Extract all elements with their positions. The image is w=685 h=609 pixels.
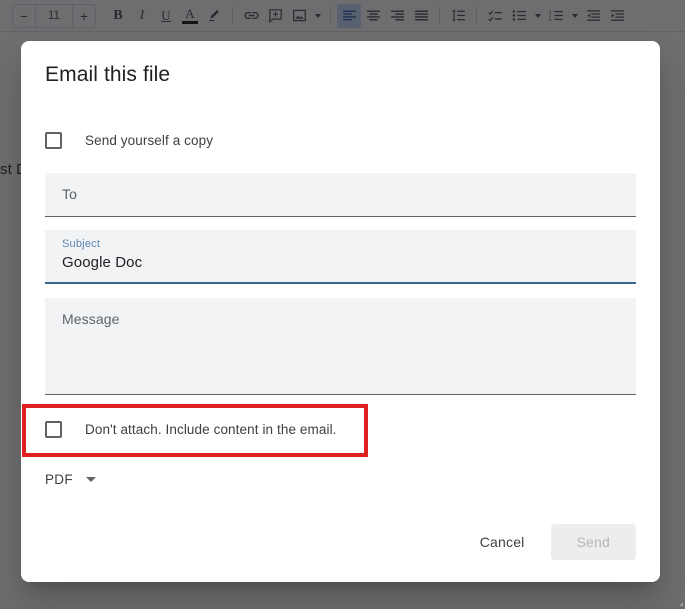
send-copy-label: Send yourself a copy xyxy=(85,132,214,148)
send-copy-checkbox[interactable] xyxy=(45,131,62,149)
subject-value: Google Doc xyxy=(62,254,143,271)
dialog-actions: Cancel Send xyxy=(470,524,636,560)
dont-attach-checkbox-row[interactable]: Don't attach. Include content in the ema… xyxy=(45,417,337,441)
to-placeholder: To xyxy=(62,186,77,202)
send-button: Send xyxy=(550,524,636,560)
dont-attach-label: Don't attach. Include content in the ema… xyxy=(85,421,337,437)
attachment-format-dropdown[interactable]: PDF xyxy=(38,467,112,491)
message-placeholder: Message xyxy=(62,311,120,327)
dont-attach-checkbox[interactable] xyxy=(45,420,62,438)
subject-label: Subject xyxy=(62,238,101,250)
dialog-body: Send yourself a copy To Subject Google D… xyxy=(22,128,636,491)
attachment-format-value: PDF xyxy=(45,471,73,487)
cancel-button[interactable]: Cancel xyxy=(470,525,535,559)
subject-field[interactable]: Subject Google Doc xyxy=(45,230,636,284)
to-field[interactable]: To xyxy=(45,173,636,217)
send-copy-checkbox-row[interactable]: Send yourself a copy xyxy=(45,128,636,152)
email-this-file-dialog: Email this file Send yourself a copy To … xyxy=(21,41,660,582)
attach-option-wrapper: Don't attach. Include content in the ema… xyxy=(22,404,636,457)
resize-handle-icon[interactable] xyxy=(674,597,683,606)
dialog-title: Email this file xyxy=(45,63,171,86)
message-field[interactable]: Message xyxy=(45,298,636,395)
chevron-down-icon xyxy=(85,476,96,482)
